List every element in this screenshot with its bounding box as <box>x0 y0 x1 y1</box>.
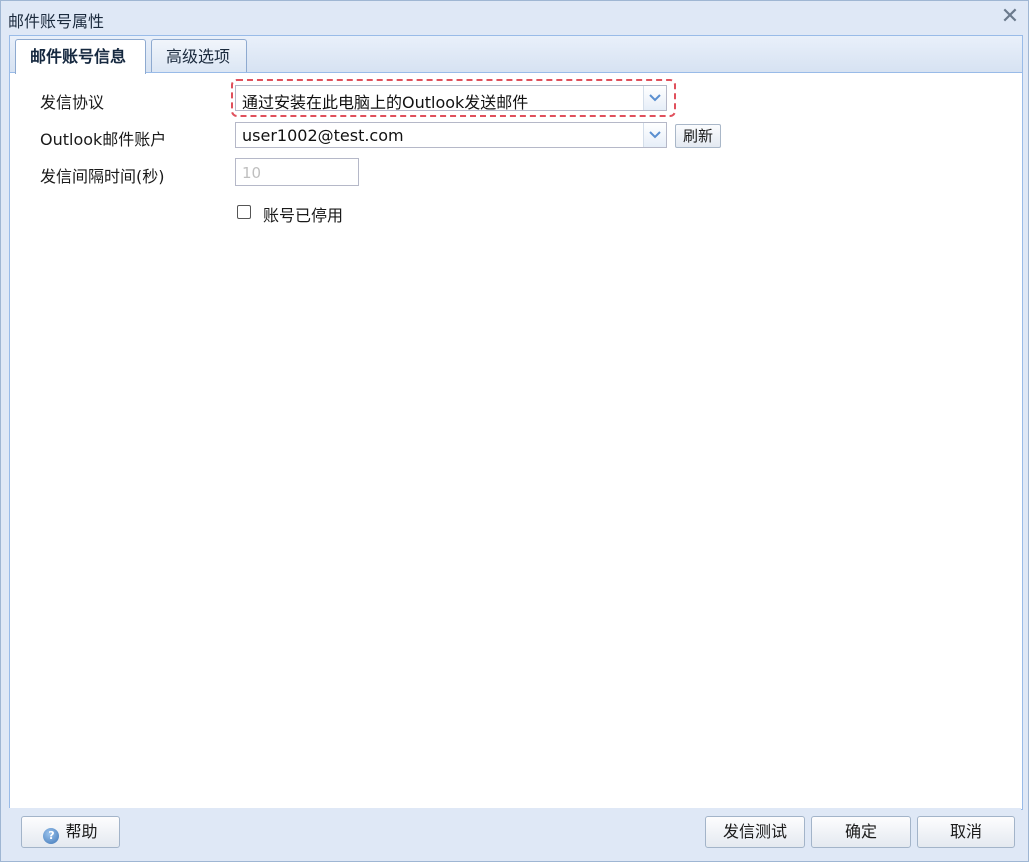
dialog-title: 邮件账号属性 <box>8 12 105 31</box>
ok-button[interactable]: 确定 <box>811 816 911 848</box>
tab-advanced-options[interactable]: 高级选项 <box>151 39 247 73</box>
disabled-checkbox[interactable] <box>237 205 251 219</box>
cancel-button[interactable]: 取消 <box>917 816 1015 848</box>
tab-account-info[interactable]: 邮件账号信息 <box>15 39 146 74</box>
account-label: Outlook邮件账户 <box>40 130 167 149</box>
tab-content-panel: 发信协议 通过安装在此电脑上的Outlook发送邮件 Outlook邮件账户 u… <box>9 72 1023 810</box>
close-icon[interactable]: ✕ <box>1000 6 1020 28</box>
refresh-button[interactable]: 刷新 <box>675 124 721 148</box>
help-button[interactable]: ? 帮助 <box>21 816 120 848</box>
interval-input[interactable]: 10 <box>235 158 359 186</box>
dialog-footer: ? 帮助 发信测试 确定 取消 <box>9 808 1021 858</box>
protocol-select-value: 通过安装在此电脑上的Outlook发送邮件 <box>242 93 529 112</box>
protocol-label: 发信协议 <box>40 93 105 112</box>
protocol-select[interactable]: 通过安装在此电脑上的Outlook发送邮件 <box>235 85 667 112</box>
interval-label: 发信间隔时间(秒) <box>40 167 165 186</box>
title-bar: 邮件账号属性 ✕ <box>1 1 1028 35</box>
help-icon: ? <box>43 828 60 844</box>
account-select[interactable]: user1002@test.com <box>235 122 667 148</box>
tab-strip: 邮件账号信息 高级选项 <box>9 35 1023 74</box>
account-select-value: user1002@test.com <box>242 126 404 145</box>
dialog-window: 邮件账号属性 ✕ 邮件账号信息 高级选项 发信协议 通过安装在此电脑上的Outl… <box>0 0 1029 862</box>
chevron-down-icon[interactable] <box>643 86 666 110</box>
disabled-checkbox-label[interactable]: 账号已停用 <box>263 202 343 226</box>
chevron-down-icon[interactable] <box>643 123 666 147</box>
send-test-button[interactable]: 发信测试 <box>705 816 805 848</box>
help-button-label: 帮助 <box>65 822 98 841</box>
